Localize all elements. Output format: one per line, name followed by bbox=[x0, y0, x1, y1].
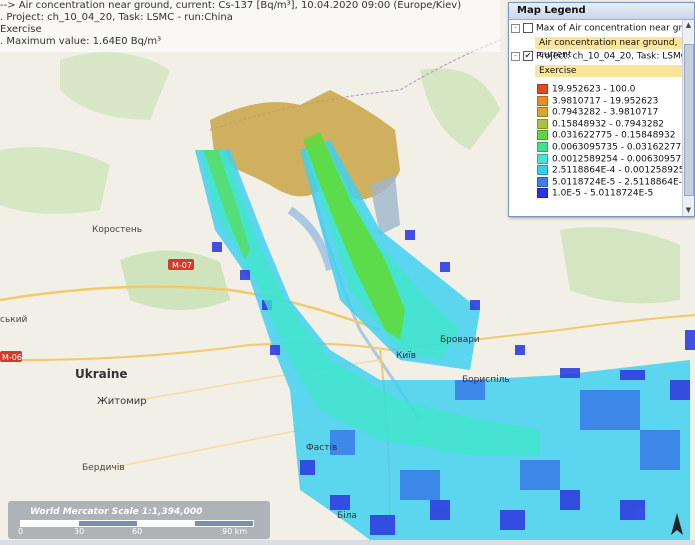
layer1-label: Max of Air concentration near ground, cu… bbox=[536, 23, 694, 34]
label-korosten: Коростень bbox=[92, 225, 142, 235]
label-west: ський bbox=[0, 315, 28, 325]
legend-swatch bbox=[537, 153, 548, 164]
legend-entry: 3.9810717 - 19.952623 bbox=[537, 95, 693, 108]
legend-entry: 1.0E-5 - 5.0118724E-5 bbox=[537, 188, 693, 200]
scroll-thumb[interactable] bbox=[684, 44, 694, 196]
scale-tick: 90 km bbox=[222, 527, 248, 536]
layer2-checkbox[interactable]: ✔ bbox=[523, 51, 533, 61]
label-brovary: Бровари bbox=[440, 335, 480, 345]
map-info-overlay: --> Air concentration near ground, curre… bbox=[0, 0, 500, 52]
legend-entry: 0.15848932 - 0.7943282 bbox=[537, 118, 693, 131]
scale-tick: 0 bbox=[18, 527, 24, 536]
label-berdychiv: Бердичів bbox=[82, 463, 125, 473]
legend-swatch bbox=[537, 107, 548, 118]
legend-swatch bbox=[537, 84, 548, 94]
legend-layer1[interactable]: - Max of Air concentration near ground, c… bbox=[511, 23, 694, 34]
legend-entry: 2.5118864E-4 - 0.0012589254 bbox=[537, 165, 693, 177]
legend-swatch bbox=[537, 188, 548, 199]
svg-text:M-06: M-06 bbox=[2, 353, 22, 362]
scale-bar bbox=[20, 520, 254, 527]
legend-entry-label: 5.0118724E-5 - 2.5118864E-4 bbox=[552, 177, 688, 188]
north-arrow-icon bbox=[671, 513, 683, 535]
scale-tick: 60 bbox=[132, 527, 143, 536]
legend-body: - Max of Air concentration near ground, c… bbox=[509, 20, 694, 216]
scale-bar-panel: World Mercator Scale 1:1,394,000 0 30 60… bbox=[8, 501, 270, 539]
legend-swatch bbox=[537, 141, 548, 152]
legend-entry-label: 0.0063095735 - 0.031622775 bbox=[552, 142, 687, 153]
info-line-max: . Maximum value: 1.64E0 Bq/m³ bbox=[0, 36, 162, 47]
collapse-icon[interactable]: - bbox=[511, 51, 520, 61]
label-bila: Біла bbox=[337, 511, 357, 521]
collapse-icon[interactable]: - bbox=[511, 23, 520, 33]
scroll-down-icon[interactable]: ▼ bbox=[684, 206, 693, 215]
road-shield-m06: M-06 bbox=[0, 351, 22, 362]
legend-title[interactable]: Map Legend bbox=[509, 3, 694, 20]
legend-entry-label: 0.0012589254 - 0.0063095735 bbox=[552, 154, 693, 165]
label-boryspil: Бориспіль bbox=[462, 375, 510, 385]
road-shield-m07: M-07 bbox=[168, 259, 194, 270]
legend-entry-label: 0.7943282 - 3.9810717 bbox=[552, 107, 659, 118]
legend-swatch bbox=[537, 95, 548, 106]
legend-entry-label: 2.5118864E-4 - 0.0012589254 bbox=[552, 165, 691, 176]
legend-entry-label: 0.031622775 - 0.15848932 bbox=[552, 130, 676, 141]
legend-layer2[interactable]: - ✔ Project: ch_10_04_20, Task: LSMC - bbox=[511, 51, 693, 62]
legend-entry: 19.952623 - 100.0 bbox=[537, 84, 693, 96]
map-legend-panel[interactable]: Map Legend - Max of Air concentration nea… bbox=[508, 2, 695, 217]
layer2-sub-label: Exercise bbox=[535, 65, 682, 77]
legend-entry: 0.0063095735 - 0.031622775 bbox=[537, 141, 693, 154]
info-line-run: Exercise bbox=[0, 24, 42, 35]
info-line-project: . Project: ch_10_04_20, Task: LSMC - run… bbox=[0, 12, 233, 23]
legend-entry-label: 0.15848932 - 0.7943282 bbox=[552, 119, 665, 130]
legend-swatch bbox=[537, 130, 548, 141]
legend-swatch bbox=[537, 118, 548, 129]
legend-entries: 19.952623 - 100.0 3.9810717 - 19.952623 0.… bbox=[537, 84, 693, 200]
svg-text:M-07: M-07 bbox=[172, 261, 192, 270]
label-fastiv: Фастів bbox=[306, 443, 337, 453]
legend-scrollbar[interactable]: ▲ ▼ bbox=[682, 20, 694, 216]
legend-swatch bbox=[537, 165, 548, 176]
map-horizontal-scrollbar[interactable] bbox=[0, 540, 695, 545]
scroll-up-icon[interactable]: ▲ bbox=[684, 21, 693, 30]
layer1-checkbox[interactable] bbox=[523, 23, 533, 33]
scale-title: World Mercator Scale 1:1,394,000 bbox=[30, 507, 203, 517]
label-ukraine: Ukraine bbox=[75, 367, 128, 381]
scale-tick: 30 bbox=[74, 527, 85, 536]
layer2-label: Project: ch_10_04_20, Task: LSMC - bbox=[536, 51, 694, 62]
info-line-title: --> Air concentration near ground, curre… bbox=[0, 0, 462, 11]
label-kyiv: Київ bbox=[396, 351, 416, 361]
legend-entry-label: 1.0E-5 - 5.0118724E-5 bbox=[552, 188, 654, 199]
legend-entry-label: 3.9810717 - 19.952623 bbox=[552, 96, 659, 107]
legend-swatch bbox=[537, 176, 548, 187]
legend-entry: 0.031622775 - 0.15848932 bbox=[537, 130, 693, 142]
legend-entry: 0.0012589254 - 0.0063095735 bbox=[537, 153, 693, 166]
layer1-sub-label: Air concentration near ground, current bbox=[535, 37, 682, 60]
legend-entry: 5.0118724E-5 - 2.5118864E-4 bbox=[537, 176, 693, 189]
legend-entry: 0.7943282 - 3.9810717 bbox=[537, 107, 693, 119]
legend-entry-label: 19.952623 - 100.0 bbox=[552, 84, 636, 95]
label-zhytomyr: Житомир bbox=[97, 396, 147, 407]
